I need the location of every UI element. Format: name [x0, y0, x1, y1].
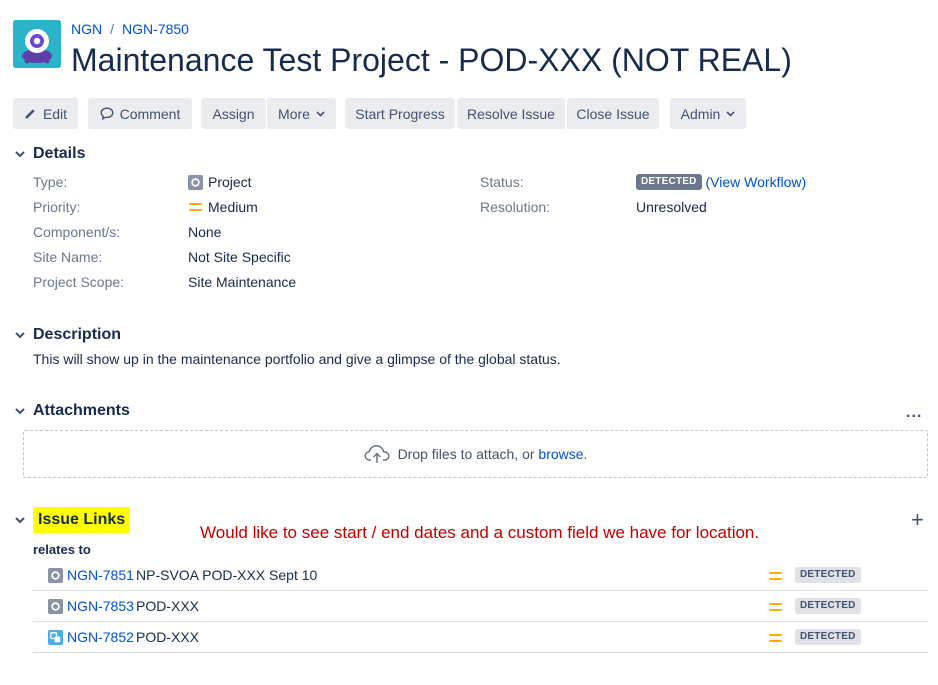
status-label: Status: [480, 174, 524, 190]
priority-medium-icon [769, 572, 782, 580]
issue-links-section-toggle[interactable]: Issue Links [13, 507, 131, 533]
cloud-upload-icon [364, 445, 390, 463]
attachments-heading: Attachments [33, 402, 130, 419]
project-icon [48, 568, 63, 583]
dropzone-text: Drop files to attach, or browse. [398, 446, 588, 462]
comment-button-label: Comment [119, 105, 181, 122]
breadcrumb-project-link[interactable]: NGN [71, 21, 102, 37]
project-scope-label: Project Scope: [33, 274, 125, 290]
close-issue-label: Close Issue [576, 105, 650, 122]
close-issue-button[interactable]: Close Issue [567, 98, 659, 129]
type-value: Project [188, 174, 252, 190]
pencil-icon [25, 109, 35, 119]
view-workflow-link[interactable]: View Workflow [710, 174, 801, 190]
issue-link-key[interactable]: NGN-7853 [67, 598, 134, 614]
description-heading: Description [33, 326, 122, 343]
dropzone-prompt: Drop files to attach, or [397, 446, 539, 462]
admin-button[interactable]: Admin [670, 98, 746, 129]
comment-button[interactable]: Comment [88, 98, 192, 129]
breadcrumb-separator: / [110, 21, 115, 37]
status-value: DETECTED (View Workflow) [636, 174, 806, 190]
component-value: None [188, 224, 222, 240]
chevron-down-icon [13, 148, 26, 161]
start-progress-label: Start Progress [355, 105, 445, 122]
chevron-down-icon [13, 514, 26, 527]
subtask-icon [48, 630, 63, 645]
status-lozenge: DETECTED [636, 174, 702, 190]
project-avatar[interactable] [13, 20, 61, 68]
more-button-label: More [278, 105, 310, 122]
description-section-toggle[interactable]: Description [13, 326, 121, 344]
project-icon [48, 599, 63, 614]
priority-medium-icon [769, 603, 782, 611]
priority-value-text: Medium [208, 199, 258, 215]
attachments-section-toggle[interactable]: Attachments [13, 402, 130, 420]
project-icon [188, 174, 203, 190]
relates-to-label: relates to [33, 542, 91, 557]
issue-link-status: DETECTED [795, 598, 861, 614]
comment-icon [100, 107, 114, 120]
breadcrumb-issue-link[interactable]: NGN-7850 [122, 21, 189, 37]
type-value-text: Project [208, 174, 252, 190]
issue-links-heading: Issue Links [33, 507, 131, 533]
attachment-dropzone[interactable]: Drop files to attach, or browse. [23, 430, 928, 478]
more-button[interactable]: More [267, 98, 336, 129]
view-workflow-close: ) [801, 174, 807, 190]
annotation-text: Would like to see start / end dates and … [200, 523, 760, 542]
project-scope-value: Site Maintenance [188, 274, 297, 290]
resolve-issue-button[interactable]: Resolve Issue [457, 98, 565, 129]
dropzone-period: . [583, 446, 588, 462]
component-label: Component/s: [33, 224, 121, 240]
priority-value: Medium [188, 199, 258, 215]
resolve-issue-label: Resolve Issue [467, 105, 555, 122]
issue-link-summary: POD-XXX [136, 598, 200, 614]
edit-button-label: Edit [42, 105, 68, 122]
issue-link-status: DETECTED [795, 567, 861, 583]
site-name-label: Site Name: [33, 249, 103, 265]
issue-link-summary: POD-XXX [136, 629, 200, 645]
chevron-down-icon [13, 405, 26, 418]
breadcrumb: NGN / NGN-7850 [71, 21, 189, 37]
priority-label: Priority: [33, 199, 81, 215]
type-label: Type: [33, 174, 68, 190]
issue-link-row[interactable]: NGN-7852 POD-XXX DETECTED [33, 622, 928, 653]
admin-button-label: Admin [680, 105, 721, 122]
issue-link-summary: NP-SVOA POD-XXX Sept 10 [136, 567, 318, 583]
issue-link-row[interactable]: NGN-7853 POD-XXX DETECTED [33, 591, 928, 622]
edit-button[interactable]: Edit [13, 98, 78, 129]
resolution-label: Resolution: [480, 199, 551, 215]
start-progress-button[interactable]: Start Progress [345, 98, 455, 129]
browse-link[interactable]: browse [538, 446, 583, 462]
details-heading: Details [33, 145, 86, 162]
site-name-value: Not Site Specific [188, 249, 291, 265]
priority-medium-icon [769, 634, 782, 642]
resolution-value: Unresolved [636, 199, 707, 215]
issue-link-key[interactable]: NGN-7852 [67, 629, 134, 645]
add-link-icon[interactable]: + [911, 509, 924, 531]
chevron-down-icon [316, 110, 325, 117]
chevron-down-icon [13, 329, 26, 342]
details-section-toggle[interactable]: Details [13, 145, 85, 163]
description-text[interactable]: This will show up in the maintenance por… [33, 351, 561, 367]
issue-link-status: DETECTED [795, 629, 861, 645]
issue-link-row[interactable]: NGN-7851 NP-SVOA POD-XXX Sept 10 DETECTE… [33, 560, 928, 591]
chevron-down-icon [726, 110, 735, 117]
issue-link-key[interactable]: NGN-7851 [67, 567, 134, 583]
assign-button-label: Assign [212, 105, 255, 122]
assign-button[interactable]: Assign [201, 98, 266, 129]
priority-medium-icon [189, 203, 202, 211]
attachments-more-icon[interactable]: ... [906, 404, 922, 422]
page-title: Maintenance Test Project - POD-XXX (NOT … [71, 42, 792, 78]
